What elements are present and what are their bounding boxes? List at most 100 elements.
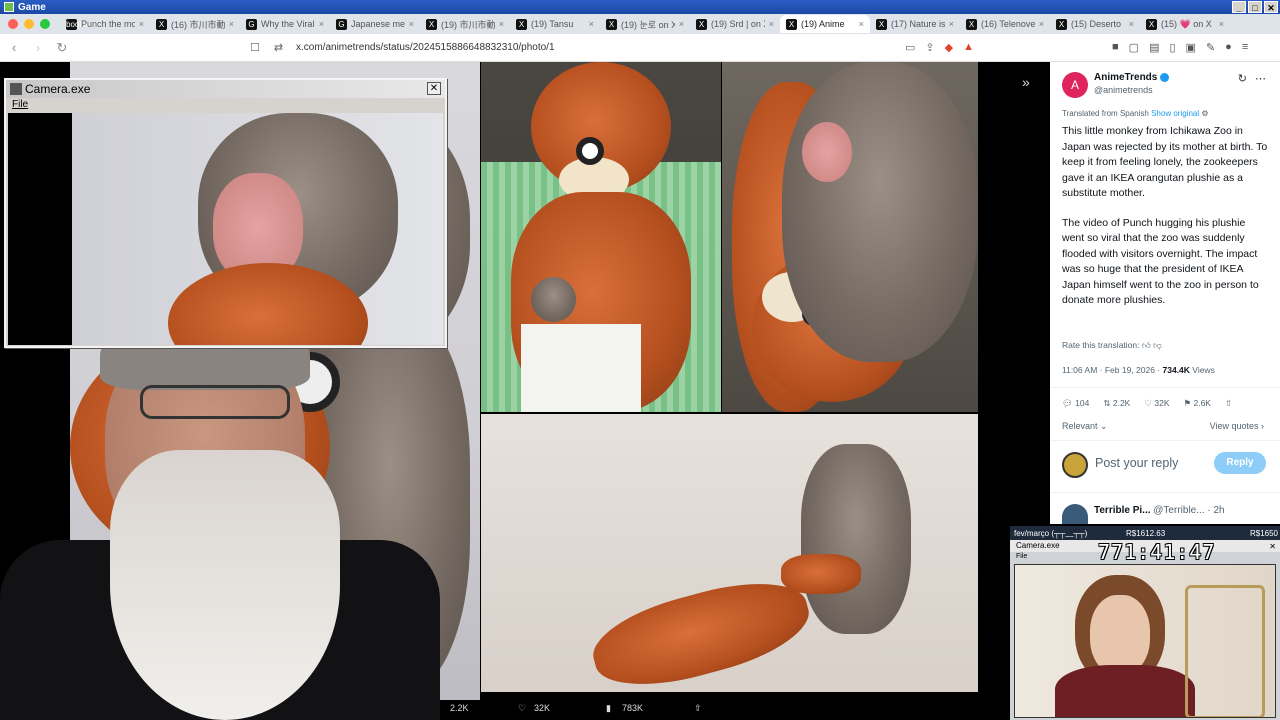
bookmark-stat[interactable]: ⚑ 2.6K — [1183, 398, 1211, 409]
tab-close-icon[interactable]: × — [1039, 19, 1044, 29]
browser-tab[interactable]: X (19) Tansu × — [510, 15, 600, 33]
relevant-label: Relevant — [1062, 421, 1098, 431]
tweet-stats: 💬︎ 104 ⇅ 2.2K ♡ 32K ⚑ 2.6K ⇧ — [1062, 398, 1232, 409]
maximize-icon[interactable]: □ — [1248, 1, 1262, 13]
sidebar-icon[interactable]: ▯ — [1169, 41, 1175, 54]
thumbs-up-icon[interactable]: 👍︎ — [1142, 340, 1151, 350]
show-original-link[interactable]: Show original — [1151, 109, 1199, 118]
close-icon[interactable]: ✕ — [1264, 1, 1278, 13]
reply-icon: 💬︎ — [1062, 398, 1073, 408]
tab-close-icon[interactable]: × — [1129, 19, 1134, 29]
forward-arrow-icon[interactable]: › — [28, 40, 48, 55]
grok-icon[interactable]: ↻ — [1238, 72, 1247, 85]
thumbs-down-icon[interactable]: 👎︎ — [1153, 340, 1162, 350]
tab-close-icon[interactable]: × — [319, 19, 324, 29]
tab-label: (16) 市川市動 — [171, 19, 225, 30]
commenter-avatar[interactable] — [1062, 504, 1088, 524]
tab-label: Punch the mo — [81, 19, 135, 29]
tab-label: (15) 💗 on X — [1161, 18, 1212, 29]
share-upload-icon[interactable]: ⇧ — [694, 703, 702, 714]
share-stat-icon[interactable]: ⇧ — [1225, 398, 1232, 409]
author-name[interactable]: AnimeTrends — [1094, 72, 1157, 83]
commenter-name[interactable]: Terrible Pi... — [1094, 505, 1151, 516]
browser-tab[interactable]: X (19) Srd | on X × — [690, 15, 780, 33]
reply-input[interactable]: Post your reply — [1095, 456, 1178, 470]
heart-icon[interactable]: ♡ — [518, 703, 526, 714]
zoom-dot-icon[interactable] — [40, 19, 50, 29]
views-chart-icon[interactable]: ▮ — [606, 703, 611, 714]
extension-icons: ■ ▢ ▤ ▯ ▣ ✎ ● ≡ — [1112, 41, 1248, 54]
profile-icon[interactable]: ● — [1225, 41, 1232, 54]
settings-gear-icon[interactable]: ⚙ — [1201, 109, 1208, 118]
tweet-text: This little monkey from Ichikawa Zoo in … — [1062, 124, 1270, 323]
browser-tab[interactable]: X (19) 市川市動 × — [420, 15, 510, 33]
site-info-icon[interactable]: ⇄ — [274, 41, 283, 54]
tab-close-icon[interactable]: × — [229, 19, 234, 29]
tabs-icon[interactable]: ▣ — [1186, 41, 1196, 54]
browser-tab[interactable]: bookmark Punch the mo × — [60, 15, 150, 33]
browser-tab[interactable]: G Why the Viral × — [240, 15, 330, 33]
menu-icon[interactable]: ≡ — [1242, 41, 1248, 54]
menu-file[interactable]: File — [12, 99, 28, 110]
reply-stat[interactable]: 💬︎ 104 — [1062, 398, 1089, 409]
minimize-dot-icon[interactable] — [24, 19, 34, 29]
browser-tab[interactable]: X (17) Nature is × — [870, 15, 960, 33]
next-photo-icon[interactable]: » — [1022, 74, 1030, 90]
repost-stat[interactable]: ⇅ 2.2K — [1103, 398, 1130, 409]
tab-close-icon[interactable]: × — [499, 19, 504, 29]
browser-tab[interactable]: X (16) 市川市動 × — [150, 15, 240, 33]
comment-header[interactable]: Terrible Pi... @Terrible... · 2h — [1094, 505, 1225, 516]
tab-close-icon[interactable]: × — [949, 19, 954, 29]
url-field[interactable]: x.com/animetrends/status/202451588664883… — [296, 42, 555, 53]
minimize-icon[interactable]: _ — [1232, 1, 1246, 13]
back-arrow-icon[interactable]: ‹ — [4, 40, 24, 55]
tweet-timestamp[interactable]: 11:06 AM · Feb 19, 2026 · — [1062, 365, 1160, 375]
browser-tab[interactable]: X (15) Deserto × — [1050, 15, 1140, 33]
viewer-reposts-count[interactable]: 2.2K — [450, 703, 469, 713]
tab-close-icon[interactable]: × — [1219, 19, 1224, 29]
browser-tab[interactable]: X (19) 눈로 on X × — [600, 15, 690, 33]
reload-icon[interactable]: ↻ — [52, 40, 72, 56]
tab-close-icon[interactable]: × — [769, 19, 774, 29]
more-options-icon[interactable]: ⋯ — [1255, 72, 1266, 85]
commenter-handle[interactable]: @Terrible... — [1153, 505, 1204, 516]
tab-favicon-icon: X — [426, 18, 437, 30]
reply-button[interactable]: Reply — [1214, 452, 1266, 474]
divider — [1050, 440, 1280, 441]
author-handle[interactable]: @animetrends — [1094, 85, 1153, 95]
view-quotes-link[interactable]: View quotes › — [1210, 421, 1264, 431]
brave-shield-icon[interactable]: ◆ — [945, 41, 953, 54]
tab-close-icon[interactable]: × — [859, 19, 864, 29]
address-bar-row: ‹ › ↻ ☐ ⇄ x.com/animetrends/status/20245… — [0, 34, 1280, 62]
overlay-menu-file[interactable]: File — [1016, 553, 1027, 560]
bookmark-icon[interactable]: ☐ — [250, 41, 260, 54]
tab-close-icon[interactable]: × — [139, 19, 144, 29]
pin-icon[interactable]: ✎ — [1206, 41, 1215, 54]
camera-window-titlebar[interactable]: Camera.exe — [6, 80, 445, 98]
user-avatar[interactable] — [1062, 452, 1088, 478]
rewards-triangle-icon[interactable]: ▲ — [963, 41, 974, 54]
tab-close-icon[interactable]: × — [589, 19, 594, 29]
browser-tab[interactable]: G Japanese me × — [330, 15, 420, 33]
chat-icon[interactable]: ▢ — [1129, 41, 1139, 54]
tweet-top-icons: ↻ ⋯ — [1238, 72, 1266, 85]
camera-window[interactable]: Camera.exe ✕ File — [4, 78, 447, 348]
author-name-row[interactable]: AnimeTrends — [1094, 72, 1170, 83]
browser-tab[interactable]: X (15) 💗 on X × — [1140, 15, 1230, 33]
wallet-icon[interactable]: ▤ — [1149, 41, 1159, 54]
like-stat[interactable]: ♡ 32K — [1144, 398, 1169, 409]
close-dot-icon[interactable] — [8, 19, 18, 29]
browser-tab[interactable]: X (16) Telenovel × — [960, 15, 1050, 33]
tab-favicon-icon: X — [516, 18, 527, 30]
sort-relevant[interactable]: Relevant ⌄ — [1062, 421, 1108, 432]
screen-icon[interactable]: ▭ — [905, 41, 915, 54]
share-icon[interactable]: ⇪ — [925, 41, 934, 54]
author-avatar[interactable]: A — [1062, 72, 1088, 98]
close-icon[interactable]: ✕ — [1269, 541, 1276, 553]
extension-icon[interactable]: ■ — [1112, 41, 1119, 54]
divider — [1050, 492, 1280, 493]
browser-tab[interactable]: X (19) Anime × — [780, 15, 870, 33]
tab-close-icon[interactable]: × — [409, 19, 414, 29]
tab-close-icon[interactable]: × — [679, 19, 684, 29]
close-icon[interactable]: ✕ — [427, 82, 441, 95]
